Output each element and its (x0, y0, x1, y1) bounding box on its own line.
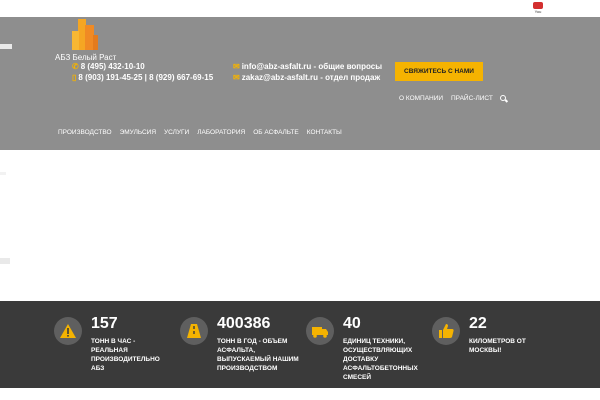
youtube-icon[interactable]: You (533, 2, 543, 14)
top-bar: You (0, 0, 600, 17)
email-sales[interactable]: ✉ zakaz@abz-asfalt.ru - отдел продаж (233, 73, 380, 82)
nav-contacts[interactable]: КОНТАКТЫ (307, 129, 342, 139)
stats-band: 157 ТОНН В ЧАС - РЕАЛЬНАЯ ПРОИЗВОДИТЕЛЬН… (0, 301, 600, 388)
nav-production[interactable]: ПРОИЗВОДСТВО (58, 129, 112, 139)
mail-icon: ✉ (233, 62, 240, 71)
decor-stub (0, 258, 10, 264)
mobile-icon: ▯ (72, 73, 77, 82)
decor-stub (0, 44, 12, 49)
phone-icon: ✆ (72, 62, 79, 71)
site-header: АБЗ Белый Раст ✆ 8 (495) 432-10-10 ▯ 8 (90… (0, 17, 600, 150)
warning-icon (54, 317, 82, 345)
truck-icon (306, 317, 334, 345)
company-logo[interactable] (70, 17, 100, 52)
mail-icon: ✉ (233, 73, 240, 82)
email-general[interactable]: ✉ info@abz-asfalt.ru - общие вопросы (233, 62, 382, 71)
footer-gap (0, 388, 600, 400)
nav-about[interactable]: О КОМПАНИИ (399, 95, 443, 102)
nav-emulsion[interactable]: ЭМУЛЬСИЯ (120, 129, 156, 139)
nav-laboratory[interactable]: ЛАБОРАТОРИЯ (197, 129, 245, 139)
search-icon[interactable] (500, 95, 509, 103)
decor-stub (0, 172, 6, 175)
nav-price-list[interactable]: ПРАЙС-ЛИСТ (451, 95, 493, 102)
phone-main[interactable]: ✆ 8 (495) 432-10-10 (72, 62, 145, 71)
main-nav: ПРОИЗВОДСТВО ЭМУЛЬСИЯ УСЛУГИ ЛАБОРАТОРИЯ… (58, 129, 342, 139)
thumbs-up-icon (432, 317, 460, 345)
contact-us-button[interactable]: СВЯЖИТЕСЬ С НАМИ (395, 62, 483, 81)
nav-about-asphalt[interactable]: ОБ АСФАЛЬТЕ (253, 129, 298, 139)
brand-name: АБЗ Белый Раст (55, 53, 117, 62)
phone-mobile[interactable]: ▯ 8 (903) 191-45-25 | 8 (929) 667-69-15 (72, 73, 213, 82)
road-icon (180, 317, 208, 345)
nav-services[interactable]: УСЛУГИ (164, 129, 189, 139)
